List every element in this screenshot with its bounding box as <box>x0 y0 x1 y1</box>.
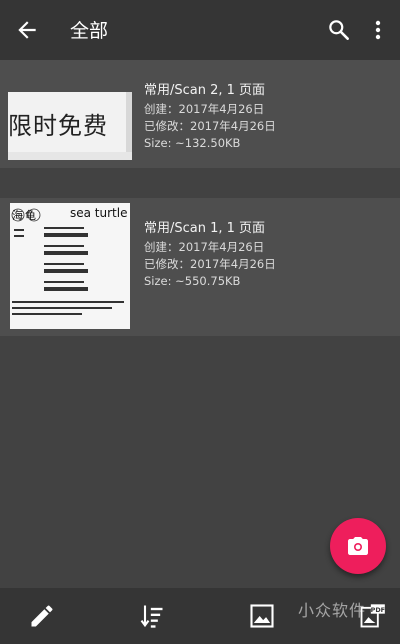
thumbnail-title-cn: 海龟 <box>12 209 38 222</box>
document-name: 常用/Scan 1, 1 页面 <box>144 221 266 236</box>
app-bar: 全部 <box>0 0 400 60</box>
more-vert-icon[interactable] <box>368 17 388 43</box>
document-modified: 已修改：2017年4月26日 <box>144 257 276 271</box>
document-modified: 已修改：2017年4月26日 <box>144 119 276 133</box>
document-size: Size: ~550.75KB <box>144 274 241 288</box>
sort-icon[interactable] <box>138 602 166 630</box>
image-icon[interactable] <box>248 602 276 630</box>
document-item[interactable]: 限时免费 常用/Scan 2, 1 页面 创建：2017年4月26日 已修改：2… <box>0 60 400 168</box>
page-title: 全部 <box>70 20 109 42</box>
camera-icon <box>348 537 368 555</box>
document-item[interactable]: 海龟 sea turtle 常用/Scan 1, 1 页面 创建：2017年4月… <box>0 198 400 336</box>
document-created: 创建：2017年4月26日 <box>144 102 265 116</box>
document-thumbnail: 限时免费 <box>8 92 132 160</box>
svg-text:PDF: PDF <box>371 606 385 614</box>
document-size: Size: ~132.50KB <box>144 136 241 150</box>
document-name: 常用/Scan 2, 1 页面 <box>144 83 266 98</box>
camera-button[interactable] <box>330 518 386 574</box>
arrow-back-icon[interactable] <box>14 17 40 43</box>
document-thumbnail: 海龟 sea turtle <box>10 203 130 329</box>
search-icon[interactable] <box>326 17 352 43</box>
watermark: 小众软件 <box>298 601 367 620</box>
document-created: 创建：2017年4月26日 <box>144 240 265 254</box>
thumbnail-text: 限时免费 <box>8 112 108 140</box>
edit-icon[interactable] <box>28 602 56 630</box>
thumbnail-title-en: sea turtle <box>70 206 128 220</box>
